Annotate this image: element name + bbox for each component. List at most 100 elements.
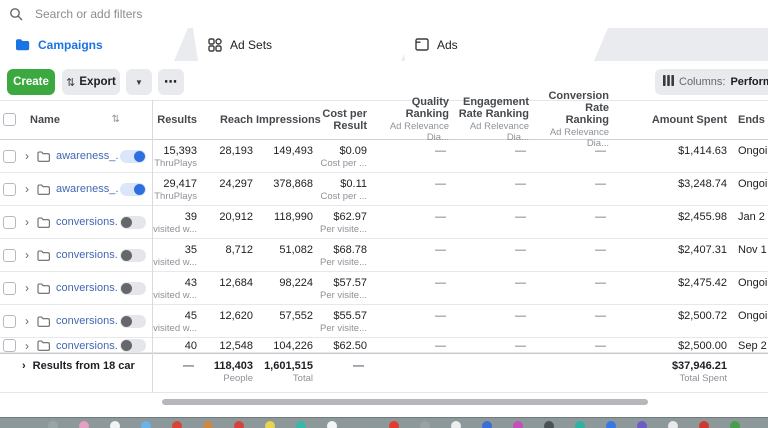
row-checkbox[interactable] [3, 282, 16, 295]
macos-dock[interactable] [0, 417, 768, 428]
reach-cell: 12,620 [200, 305, 256, 337]
impressions-column-header[interactable]: Impressions [256, 114, 316, 126]
row-checkbox[interactable] [3, 249, 16, 262]
row-checkbox[interactable] [3, 315, 16, 328]
name-column-header[interactable]: Name [30, 114, 60, 126]
engagement-cell: — [452, 206, 532, 238]
create-button[interactable]: Create [7, 69, 55, 95]
dock-app-icon[interactable] [172, 421, 182, 428]
campaign-toggle[interactable] [120, 183, 146, 196]
ends-column-header[interactable]: Ends [730, 114, 768, 126]
amount-spent-cell: $2,455.98 [612, 206, 730, 238]
dock-app-icon[interactable] [203, 421, 213, 428]
sort-icon[interactable]: ⇅ [112, 114, 120, 125]
expand-chevron-icon[interactable]: › [25, 249, 29, 261]
folder-icon [37, 250, 50, 261]
results-column-header[interactable]: Results [152, 114, 200, 126]
export-button[interactable]: ⇅ Export [62, 69, 120, 95]
quality-cell: — [370, 173, 452, 205]
campaign-name-link[interactable]: awareness_... [56, 183, 118, 195]
expand-chevron-icon[interactable]: › [25, 340, 29, 352]
row-checkbox[interactable] [3, 339, 16, 352]
campaign-name-link[interactable]: conversions... [56, 340, 118, 352]
dock-app-icon[interactable] [637, 421, 647, 428]
tab-ads[interactable]: Ads [400, 28, 608, 61]
dock-app-icon[interactable] [730, 421, 740, 428]
campaign-toggle[interactable] [120, 339, 146, 352]
campaign-toggle[interactable] [120, 249, 146, 262]
table-row: › awareness_... 15,393ThruPlays 28,193 1… [0, 140, 768, 173]
engagement-cell: — [452, 239, 532, 271]
campaign-name-link[interactable]: awareness_... [56, 150, 118, 162]
folder-icon [37, 316, 50, 327]
dock-app-icon[interactable] [606, 421, 616, 428]
campaign-name-link[interactable]: conversions... [56, 282, 118, 294]
tab-ad-sets-label: Ad Sets [230, 38, 272, 52]
totals-reach-cell: 118,403People [200, 354, 256, 384]
columns-button[interactable]: Columns: Performanc [655, 69, 768, 95]
dock-app-icon[interactable] [327, 421, 337, 428]
amount-spent-column-header[interactable]: Amount Spent [612, 114, 730, 126]
expand-chevron-icon[interactable]: › [25, 183, 29, 195]
expand-chevron-icon[interactable]: › [25, 216, 29, 228]
dock-app-icon[interactable] [513, 421, 523, 428]
row-checkbox[interactable] [3, 183, 16, 196]
reach-cell: 12,684 [200, 272, 256, 304]
tab-ad-sets[interactable]: Ad Sets [193, 28, 415, 61]
campaign-name-link[interactable]: conversions... [56, 216, 118, 228]
horizontal-scrollbar[interactable] [162, 399, 648, 405]
dock-app-icon[interactable] [48, 421, 58, 428]
row-name-group: › conversions... [0, 338, 152, 352]
results-cell: 39visited w... [152, 206, 200, 238]
tab-campaigns-label: Campaigns [38, 38, 103, 52]
dock-app-icon[interactable] [79, 421, 89, 428]
dock-app-icon[interactable] [234, 421, 244, 428]
cost-per-result-column-header[interactable]: Cost perResult [316, 108, 370, 132]
campaign-name-link[interactable]: conversions... [56, 249, 118, 261]
toggle-knob [121, 250, 132, 261]
expand-chevron-icon[interactable]: › [25, 315, 29, 327]
totals-label-group[interactable]: › Results from 18 car [0, 354, 152, 372]
export-dropdown-button[interactable]: ▼ [126, 69, 152, 95]
row-checkbox[interactable] [3, 150, 16, 163]
quality-ranking-column-header[interactable]: Quality RankingAd Relevance Dia... [370, 96, 452, 143]
dock-app-icon[interactable] [699, 421, 709, 428]
ends-cell: Jan 2 [730, 206, 768, 238]
quality-cell: — [370, 338, 452, 352]
dock-app-icon[interactable] [451, 421, 461, 428]
engagement-ranking-column-header[interactable]: EngagementRate RankingAd Relevance Dia..… [452, 96, 532, 143]
campaign-name-link[interactable]: conversions... [56, 315, 118, 327]
dock-app-icon[interactable] [420, 421, 430, 428]
dock-app-icon[interactable] [389, 421, 399, 428]
dock-app-icon[interactable] [668, 421, 678, 428]
cost-cell: $0.11Cost per ... [316, 173, 370, 205]
campaign-toggle[interactable] [120, 315, 146, 328]
dock-app-icon[interactable] [544, 421, 554, 428]
dock-app-icon[interactable] [575, 421, 585, 428]
table-body: › awareness_... 15,393ThruPlays 28,193 1… [0, 140, 768, 353]
reach-column-header[interactable]: Reach [200, 114, 256, 126]
expand-chevron-icon[interactable]: › [25, 282, 29, 294]
dock-app-icon[interactable] [482, 421, 492, 428]
folder-icon [37, 283, 50, 294]
dock-app-icon[interactable] [141, 421, 151, 428]
expand-chevron-icon[interactable]: › [25, 150, 29, 162]
dock-app-icon[interactable] [358, 421, 368, 428]
totals-results-cell: — [152, 354, 200, 373]
select-all-checkbox[interactable] [3, 113, 16, 126]
campaign-toggle[interactable] [120, 150, 146, 163]
campaign-toggle[interactable] [120, 282, 146, 295]
table-row: › conversions... 45visited w... 12,620 5… [0, 305, 768, 338]
dock-app-icon[interactable] [265, 421, 275, 428]
campaign-toggle[interactable] [120, 216, 146, 229]
totals-impressions-cell: 1,601,515Total [256, 354, 316, 384]
cost-cell: $57.57Per visite... [316, 272, 370, 304]
filter-search-bar[interactable]: Search or add filters [0, 0, 768, 28]
dock-app-icon[interactable] [296, 421, 306, 428]
totals-ends-cell [730, 354, 768, 360]
more-options-button[interactable]: ⋯ [158, 69, 184, 95]
row-checkbox[interactable] [3, 216, 16, 229]
row-name-group: › conversions... [0, 272, 152, 304]
tab-campaigns[interactable]: Campaigns [0, 28, 188, 61]
dock-app-icon[interactable] [110, 421, 120, 428]
